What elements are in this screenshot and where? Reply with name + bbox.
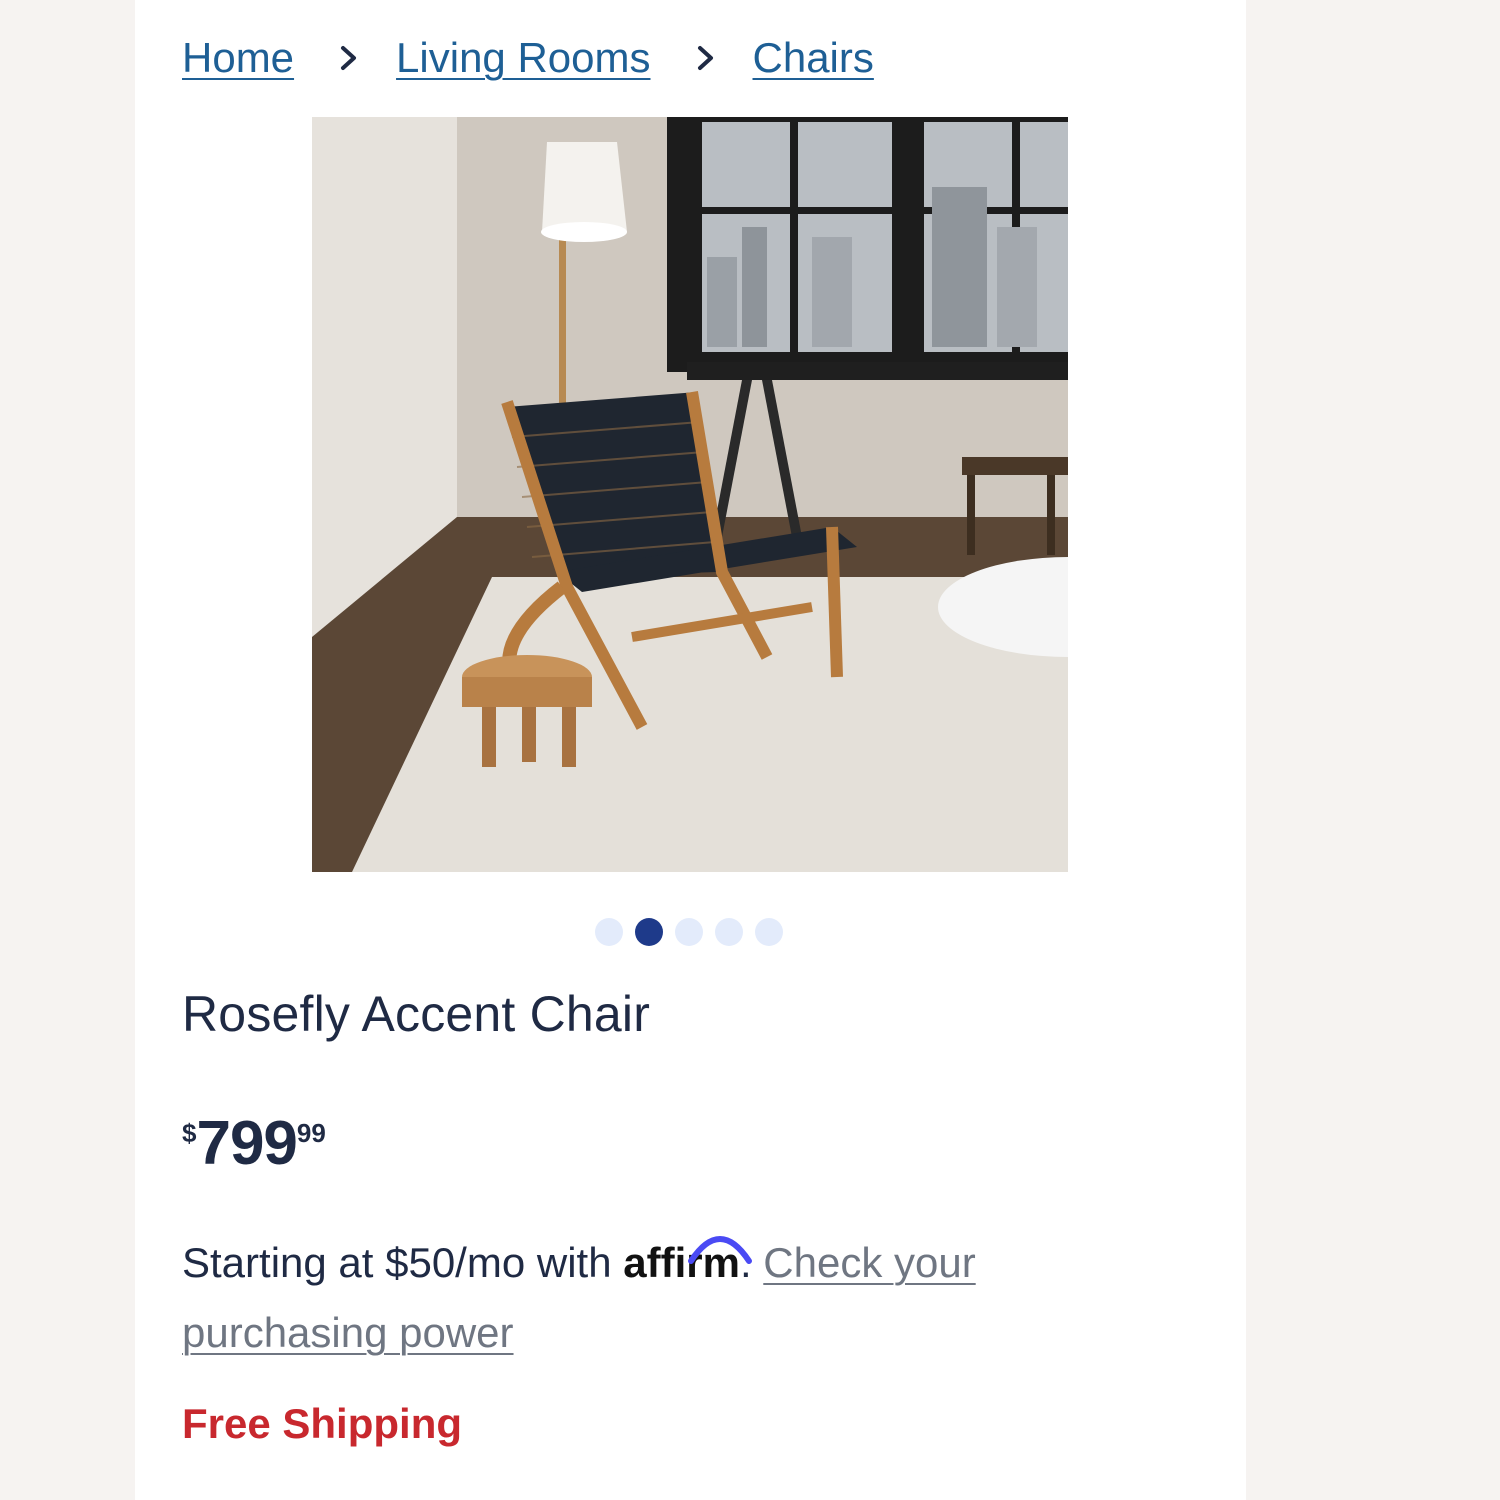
breadcrumb-home-link[interactable]: Home	[182, 34, 294, 82]
price-cents: 99	[296, 1118, 326, 1148]
carousel-dot-1[interactable]	[595, 918, 623, 946]
product-panel: Home Living Rooms Chairs Rosefly Accent …	[135, 0, 1246, 1500]
chevron-right-icon	[697, 45, 715, 71]
price-dollars: 799	[196, 1109, 297, 1178]
affirm-arc-icon	[688, 1236, 753, 1264]
price-currency: $	[182, 1118, 197, 1148]
financing-message: Starting at $50/mo with affirm. Check yo…	[182, 1228, 1162, 1368]
breadcrumb-living-rooms-link[interactable]: Living Rooms	[396, 34, 650, 82]
product-price: $ 799 99	[182, 1108, 326, 1180]
financing-prefix: Starting at $50/mo with	[182, 1239, 612, 1286]
carousel-dot-4[interactable]	[715, 918, 743, 946]
breadcrumb: Home Living Rooms Chairs	[182, 30, 874, 86]
chevron-right-icon	[340, 45, 358, 71]
breadcrumb-chairs-link[interactable]: Chairs	[753, 34, 874, 82]
carousel-dot-3[interactable]	[675, 918, 703, 946]
carousel-dot-2-active[interactable]	[635, 918, 663, 946]
product-title: Rosefly Accent Chair	[182, 986, 651, 1042]
image-carousel-dots	[595, 918, 783, 946]
free-shipping-badge: Free Shipping	[182, 1400, 463, 1447]
product-photo[interactable]	[312, 117, 1068, 872]
affirm-logo: affirm	[623, 1236, 753, 1286]
carousel-dot-5[interactable]	[755, 918, 783, 946]
